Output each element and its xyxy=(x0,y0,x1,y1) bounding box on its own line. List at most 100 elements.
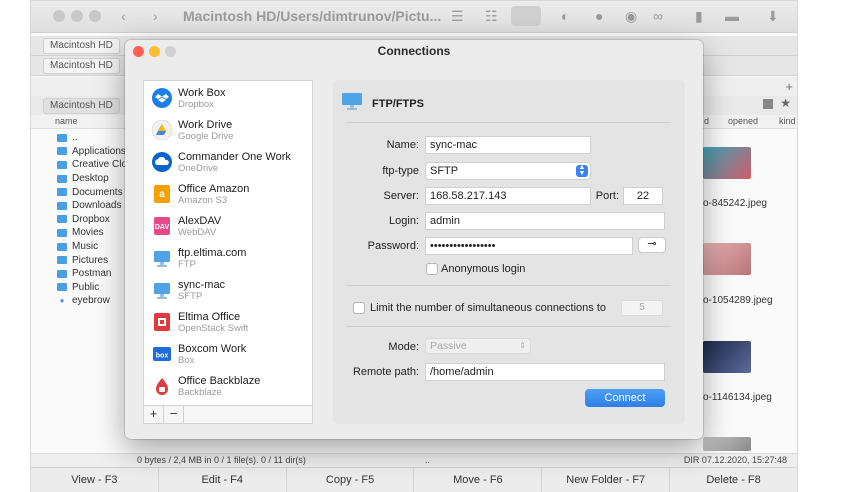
chevron-updown-icon: ⇕ xyxy=(519,341,526,350)
image-thumbnail[interactable] xyxy=(703,147,751,179)
zoom-button[interactable] xyxy=(89,10,101,22)
edit-button[interactable]: Edit - F4 xyxy=(159,468,287,492)
archive-icon[interactable]: ▮ xyxy=(695,8,703,25)
right-status-dots: .. xyxy=(425,455,431,465)
remote-path-label: Remote path: xyxy=(352,366,419,378)
server-field[interactable] xyxy=(425,187,591,205)
right-status-text: DIR 07.12.2020, 15:27:48 xyxy=(683,455,787,465)
path-title: Macintosh HD/Users/dimtrunov/Pictu... xyxy=(183,8,442,24)
connection-office-amazon[interactable]: a Office Amazon Amazon S3 xyxy=(144,179,312,211)
binoculars-icon[interactable]: ∞ xyxy=(653,8,663,24)
login-field[interactable] xyxy=(425,212,665,230)
webdav-icon: DAV xyxy=(154,217,170,235)
copy-button[interactable]: Copy - F5 xyxy=(287,468,415,492)
folder-icon xyxy=(57,174,67,183)
column-opened[interactable]: opened xyxy=(728,116,758,126)
image-thumbnail[interactable] xyxy=(703,341,751,373)
new-folder-button[interactable]: New Folder - F7 xyxy=(542,468,671,492)
key-icon[interactable]: ⊸ xyxy=(638,237,666,253)
add-tab-button[interactable]: + xyxy=(785,79,793,94)
thumbnail-label: o-845242.jpeg xyxy=(703,198,767,209)
view-button[interactable]: View - F3 xyxy=(31,468,159,492)
connection-alexdav[interactable]: DAV AlexDAV WebDAV xyxy=(144,211,312,243)
server-icon xyxy=(342,93,362,110)
svg-text:DAV: DAV xyxy=(155,224,170,231)
folder-icon xyxy=(57,133,67,142)
eye-icon[interactable]: ◉ xyxy=(625,8,637,25)
dialog-title: Connections xyxy=(377,44,451,58)
folder-icon xyxy=(57,215,67,224)
connection-office-backblaze[interactable]: Office Backblaze Backblaze xyxy=(144,371,312,403)
star-icon[interactable]: ★ xyxy=(780,96,791,110)
ftp-type-label: ftp-type xyxy=(382,165,419,177)
minimize-button[interactable] xyxy=(71,10,83,22)
connection-work-drive[interactable]: Work Drive Google Drive xyxy=(144,115,312,147)
mode-label: Mode: xyxy=(388,341,419,353)
move-button[interactable]: Move - F6 xyxy=(414,468,543,492)
sidebar-footer: + − xyxy=(144,405,312,423)
image-thumbnail[interactable] xyxy=(703,243,751,275)
anonymous-login-checkbox[interactable] xyxy=(426,263,438,275)
forward-icon[interactable]: › xyxy=(153,8,158,24)
back-icon[interactable]: ‹ xyxy=(121,8,126,24)
column-d[interactable]: d xyxy=(704,116,709,126)
tab-macintosh-hd-2[interactable]: Macintosh HD xyxy=(43,58,120,74)
download-icon[interactable]: ⬇ xyxy=(767,8,779,25)
protocol-title: FTP/FTPS xyxy=(372,98,424,110)
password-field[interactable] xyxy=(425,237,633,255)
anonymous-login-label: Anonymous login xyxy=(441,263,526,275)
limit-connections-label: Limit the number of simultaneous connect… xyxy=(370,302,607,314)
connection-sync-mac[interactable]: sync-mac SFTP xyxy=(144,275,312,307)
folder-icon xyxy=(57,201,67,210)
close-button[interactable] xyxy=(53,10,65,22)
sftp-icon xyxy=(154,283,170,299)
function-key-bar: View - F3 Edit - F4 Copy - F5 Move - F6 … xyxy=(31,467,797,492)
list-view-icon[interactable]: ☰ xyxy=(451,8,464,25)
remote-path-field[interactable] xyxy=(425,363,665,381)
connection-work-box[interactable]: Work Box Dropbox xyxy=(144,83,312,115)
folder-icon xyxy=(57,242,67,251)
ftp-type-value: SFTP xyxy=(430,165,459,177)
remove-connection-button[interactable]: − xyxy=(164,406,184,423)
folder-icon xyxy=(57,160,67,169)
file-icon: ● xyxy=(59,296,65,306)
thumbnail-label: o-1146134.jpeg xyxy=(703,392,772,403)
column-kind[interactable]: kind xyxy=(779,116,796,126)
chevron-updown-icon: ▲ ▼ xyxy=(576,164,588,177)
path-macintosh-hd[interactable]: Macintosh HD xyxy=(43,98,120,114)
folder-icon xyxy=(57,228,67,237)
google-drive-icon xyxy=(152,120,172,140)
dialog-titlebar: Connections xyxy=(125,40,703,62)
grid-icon[interactable] xyxy=(763,99,773,109)
grid-view-button[interactable] xyxy=(511,6,541,26)
column-name[interactable]: name xyxy=(55,116,78,126)
connection-commander-one-work[interactable]: Commander One Work OneDrive xyxy=(144,147,312,179)
mode-select[interactable]: Passive ⇕ xyxy=(425,338,531,354)
columns-view-icon[interactable]: ☷ xyxy=(485,8,498,25)
folder-icon xyxy=(57,256,67,265)
ftp-icon xyxy=(154,251,170,267)
connection-boxcom-work[interactable]: box Boxcom Work Box xyxy=(144,339,312,371)
box-icon: box xyxy=(153,347,171,361)
delete-button[interactable]: Delete - F8 xyxy=(670,468,797,492)
info-icon[interactable]: ● xyxy=(595,8,603,24)
connection-eltima-office[interactable]: Eltima Office OpenStack Swift xyxy=(144,307,312,339)
limit-connections-field[interactable]: 5 xyxy=(621,300,663,316)
image-thumbnail[interactable] xyxy=(703,437,751,451)
dropbox-icon xyxy=(152,88,172,108)
port-field[interactable] xyxy=(623,187,663,205)
toggle-hidden-icon[interactable]: ◐ xyxy=(561,8,569,24)
tab-macintosh-hd[interactable]: Macintosh HD xyxy=(43,38,120,54)
server-label: Server: xyxy=(383,190,419,202)
svg-text:box: box xyxy=(156,353,169,360)
ftp-type-select[interactable]: SFTP ▲ ▼ xyxy=(425,162,591,180)
add-connection-button[interactable]: + xyxy=(144,406,164,423)
name-field[interactable] xyxy=(425,136,591,154)
divider xyxy=(347,326,671,327)
connect-button[interactable]: Connect xyxy=(585,389,665,407)
limit-connections-checkbox[interactable] xyxy=(353,302,365,314)
folder-icon[interactable]: ▬ xyxy=(725,8,739,24)
connection-ftp-eltima[interactable]: ftp.eltima.com FTP xyxy=(144,243,312,275)
login-label: Login: xyxy=(389,215,419,227)
password-label: Password: xyxy=(367,240,419,252)
